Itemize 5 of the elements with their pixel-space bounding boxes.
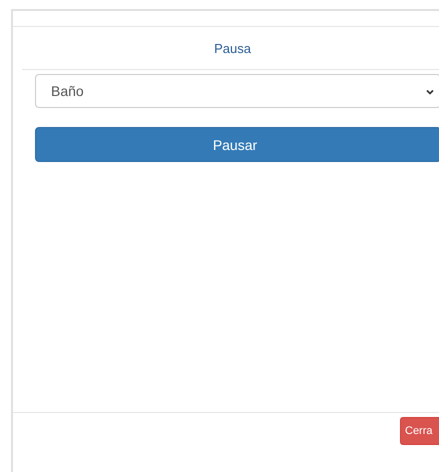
close-button[interactable]: Cerra bbox=[400, 417, 439, 445]
chevron-down-icon bbox=[426, 89, 434, 95]
pause-button[interactable]: Pausar bbox=[35, 127, 439, 162]
modal-title: Pausa bbox=[214, 40, 251, 56]
select-field[interactable]: Baño bbox=[35, 74, 439, 108]
